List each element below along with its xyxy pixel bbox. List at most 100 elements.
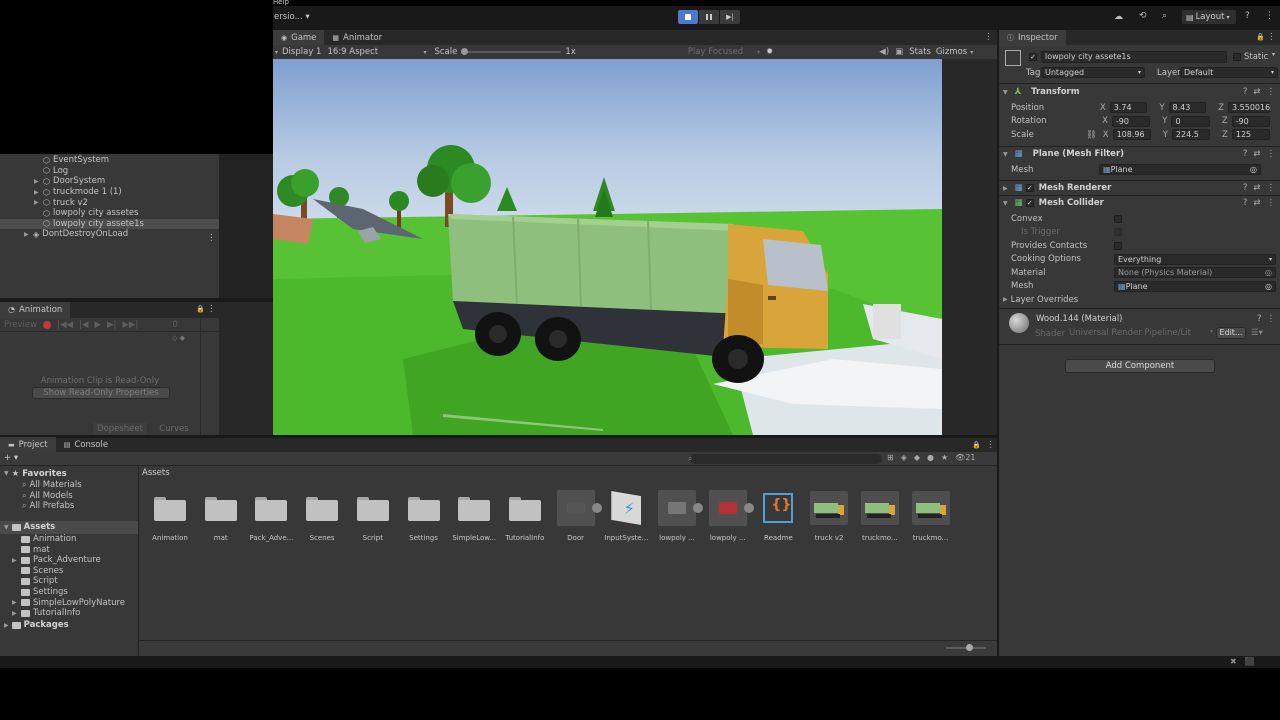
play-focused-dropdown[interactable]: Play Focused (688, 47, 743, 57)
project-folder-item[interactable]: ▶ Pack_Adventure (0, 555, 138, 566)
search-icon[interactable]: ⌕ (1162, 11, 1167, 21)
collider-mesh-field[interactable]: ▦Plane ◎ (1114, 280, 1276, 292)
hierarchy-item[interactable]: ⬡ Log (0, 166, 219, 177)
asset-tile[interactable]: TutorialInfo (501, 488, 549, 542)
hierarchy-item[interactable]: ▶ ⬡ DoorSystem (0, 176, 219, 187)
status-icons[interactable]: ✖⬛ (1230, 657, 1263, 666)
cooking-options-dropdown[interactable]: Everything ▾ (1114, 253, 1276, 265)
add-component-button[interactable]: Add Component (1065, 359, 1215, 373)
mesh-renderer-header[interactable]: ▶▦Mesh Renderer ?⇄⋮ (1003, 181, 1280, 195)
filter-type-icon[interactable]: ◈ (901, 453, 907, 462)
help-icon[interactable]: ? (1245, 11, 1250, 21)
asset-tile[interactable]: SimpleLow... (450, 488, 498, 542)
pause-button[interactable] (699, 10, 719, 24)
is-trigger-checkbox[interactable] (1114, 228, 1122, 237)
object-name-field[interactable]: lowpoly city assete1s (1041, 51, 1227, 63)
display-dropdown[interactable]: Display 1 (282, 47, 321, 57)
menu-icon[interactable]: ⋮ (1265, 11, 1274, 21)
stats-button[interactable]: Stats (909, 47, 931, 57)
rotation-z-field[interactable]: -90 (1231, 115, 1271, 127)
tab-console[interactable]: ▤ Console (56, 437, 116, 453)
hierarchy-item[interactable]: ▶ ◈ DontDestroyOnLoad (0, 229, 219, 240)
info-icon[interactable]: ● (927, 453, 934, 462)
asset-tile[interactable]: Door (552, 488, 602, 542)
position-y-field[interactable]: 8.43 (1168, 102, 1207, 114)
create-button[interactable]: + ▾ (4, 453, 18, 463)
display-settings-icon[interactable]: ▣ (895, 47, 903, 57)
material-tools-icon[interactable]: ?⋮ (1257, 314, 1280, 324)
aspect-dropdown[interactable]: 16:9 Aspect (327, 47, 423, 57)
project-folder-item[interactable]: mat (0, 544, 138, 555)
expand-arrow-icon[interactable]: ▶ (24, 231, 30, 238)
lock-icon[interactable]: 🔒 (196, 305, 205, 313)
game-menu-icon[interactable]: ⋮ (984, 32, 993, 42)
asset-tile[interactable]: Scenes (298, 488, 346, 542)
layer-overrides-foldout[interactable]: ▶ Layer Overrides (999, 293, 1280, 307)
project-folder-item[interactable]: Settings (0, 587, 138, 598)
shader-options-icon[interactable]: ☰▾ (1251, 328, 1263, 338)
static-checkbox[interactable] (1233, 52, 1241, 62)
component-tools-icon[interactable]: ?⇄⋮ (1243, 87, 1280, 97)
transform-header[interactable]: ▼ ⅄ Transform ?⇄⋮ (1003, 85, 1280, 99)
position-z-field[interactable]: 3.550016 (1228, 102, 1270, 114)
project-menu-icon[interactable]: ⋮ (986, 440, 995, 450)
inspector-lock-icon[interactable]: 🔒 (1256, 33, 1265, 41)
asset-tile[interactable]: lowpoly ... (704, 488, 754, 542)
link-icon[interactable]: ⛓ (1086, 130, 1097, 140)
first-key-icon[interactable]: |◀◀ (57, 320, 73, 330)
rotation-x-field[interactable]: -90 (1111, 115, 1151, 127)
asset-tile[interactable]: lowpoly ... (653, 488, 703, 542)
tag-dropdown[interactable]: Untagged ▾ (1041, 67, 1145, 78)
step-button[interactable]: ▶| (720, 10, 740, 24)
label-icon[interactable]: ◆ (914, 453, 920, 462)
expand-arrow-icon[interactable]: ▶ (34, 178, 40, 185)
component-tools-icon[interactable]: ?⇄⋮ (1243, 149, 1280, 159)
star-icon[interactable]: ★ (941, 453, 948, 462)
rotation-y-field[interactable]: 0 (1171, 115, 1210, 127)
sun-icon[interactable]: ✹ (766, 47, 773, 57)
physics-material-field[interactable]: None (Physics Material) ◎ (1114, 267, 1276, 279)
stop-button[interactable] (678, 10, 698, 24)
scale-x-field[interactable]: 108.96 (1112, 129, 1151, 141)
play-icon[interactable]: ▶ (94, 320, 101, 330)
hierarchy-item[interactable]: ⬡ lowpoly city assete1s (0, 218, 219, 230)
cloud-icon[interactable]: ☁ (1114, 12, 1128, 22)
add-keyframe-icon[interactable]: ◇ ◆ (172, 334, 185, 342)
asset-tile[interactable]: truckmo... (907, 488, 955, 542)
tab-project[interactable]: ▬ Project (0, 437, 56, 453)
position-x-field[interactable]: 3.74 (1109, 102, 1148, 114)
scale-slider[interactable] (461, 48, 562, 55)
tab-animator[interactable]: ▦ Animator (324, 30, 390, 46)
record-icon[interactable] (43, 320, 52, 329)
inspector-menu-icon[interactable]: ⋮ (1267, 32, 1276, 42)
edit-shader-button[interactable]: Edit... (1216, 327, 1246, 339)
layout-dropdown[interactable]: ▤ Layout ▾ (1182, 10, 1236, 24)
shader-dropdown[interactable]: Universal Render Pipeline/Lit ▾ (1069, 328, 1213, 338)
asset-tile[interactable]: Settings (400, 488, 448, 542)
mesh-collider-header[interactable]: ▼▦Mesh Collider ?⇄⋮ (1003, 196, 1280, 210)
project-folder-item[interactable]: Scenes (0, 566, 138, 577)
game-viewport[interactable] (273, 59, 942, 435)
breadcrumb[interactable]: Assets (142, 468, 170, 478)
favorite-item[interactable]: ⌕ All Materials (0, 480, 138, 491)
assets-header[interactable]: ▼ Assets (0, 520, 138, 534)
active-toggle[interactable] (1029, 52, 1037, 62)
game-toggle-icon[interactable]: ▾ (275, 49, 278, 56)
last-key-icon[interactable]: ▶▶| (122, 320, 138, 330)
history-icon[interactable]: ⟲ (1139, 11, 1147, 21)
project-lock-icon[interactable]: 🔒 (972, 441, 981, 449)
show-read-only-button[interactable]: Show Read-Only Properties (32, 387, 170, 399)
search-input[interactable]: ⌕ (688, 454, 882, 464)
favorite-item[interactable]: ⌕ All Models (0, 491, 138, 502)
hierarchy-item[interactable]: ▶ ⬡ truck v2 (0, 197, 219, 208)
asset-tile[interactable]: truck v2 (805, 488, 853, 542)
hierarchy-item[interactable]: ▶ ⬡ truckmode 1 (1) (0, 187, 219, 198)
hierarchy-item[interactable]: ⬡ lowpoly city assetes (0, 208, 219, 219)
expand-arrow-icon[interactable]: ▶ (34, 189, 40, 196)
preview-toggle[interactable]: Preview (4, 320, 37, 330)
animation-menu-icon[interactable]: ⋮ (207, 304, 216, 314)
mute-icon[interactable]: ◀) (879, 47, 889, 57)
tab-animation[interactable]: ◔ Animation (0, 302, 71, 318)
version-dropdown[interactable]: ersio... ▾ (274, 12, 310, 22)
tab-inspector[interactable]: ⓘ Inspector (999, 29, 1066, 46)
